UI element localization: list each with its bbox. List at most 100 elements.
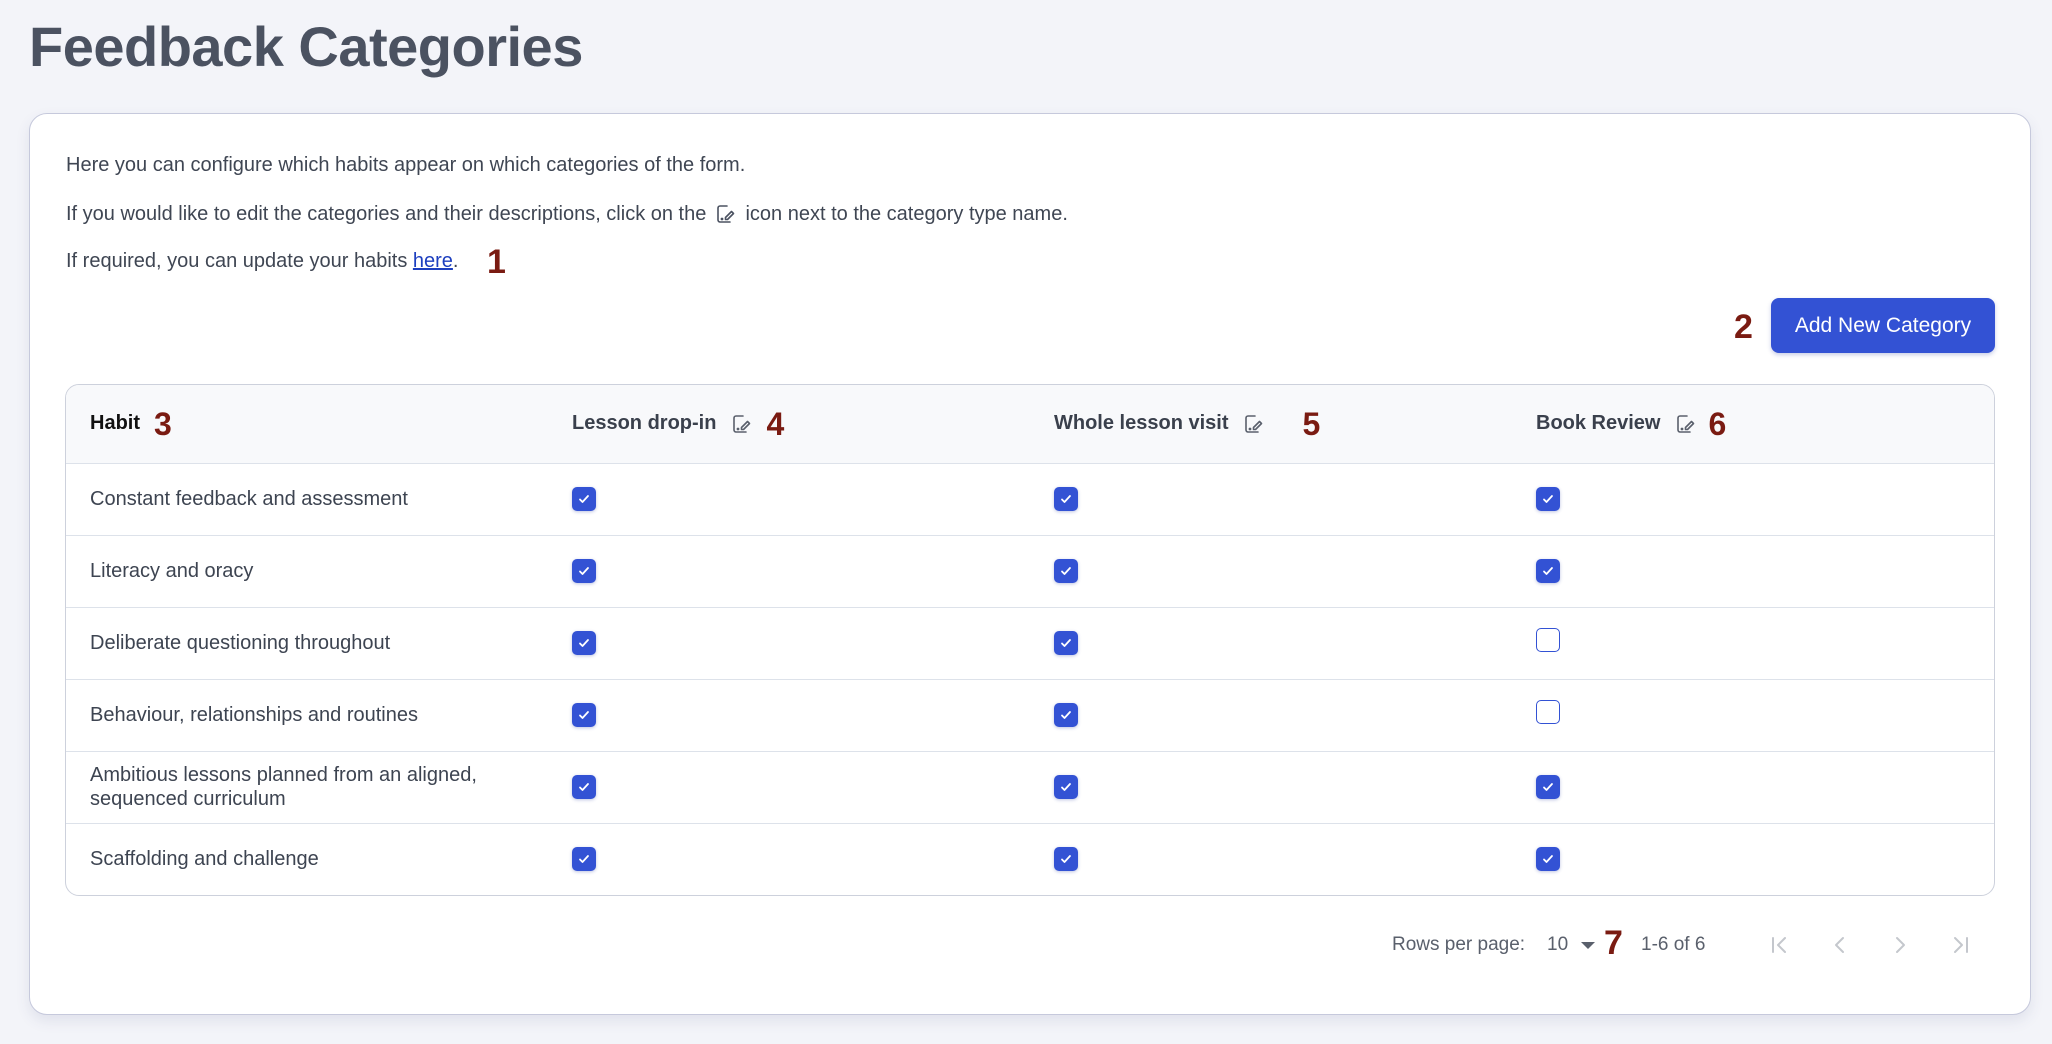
intro-edit-text-after: icon next to the category type name. (745, 203, 1068, 225)
checkbox-lesson-drop-in[interactable] (572, 630, 596, 655)
check-icon (579, 782, 589, 791)
cell-book-review (1512, 678, 1994, 751)
annotation-marker-5: 5 (1302, 405, 1321, 442)
cell-whole-lesson-visit (1030, 463, 1512, 535)
edit-icon[interactable] (1674, 412, 1698, 436)
check-icon (579, 566, 589, 575)
checkbox-whole-lesson-visit[interactable] (1054, 630, 1078, 655)
column-header-lesson-drop-in: Lesson drop-in 4 (548, 385, 1030, 464)
check-icon (1543, 494, 1553, 503)
check-icon (579, 638, 589, 647)
cell-whole-lesson-visit (1030, 678, 1512, 751)
checkbox-whole-lesson-visit[interactable] (1054, 702, 1078, 727)
checkbox-book-review[interactable] (1536, 774, 1560, 799)
pagination-bar: Rows per page: 10 7 1-6 of 6 (30, 924, 2030, 964)
intro-edit-text-before: If you would like to edit the categories… (66, 203, 707, 225)
table-row: Behaviour, relationships and routines (66, 678, 1994, 751)
first-page-button[interactable] (1765, 930, 1795, 960)
column-header-habit-label: Habit (90, 412, 140, 435)
cell-book-review (1512, 750, 1994, 823)
cell-book-review (1512, 822, 1994, 895)
cell-lesson-drop-in (548, 463, 1030, 535)
cell-lesson-drop-in (548, 822, 1030, 895)
annotation-marker-2: 2 (1734, 308, 1753, 346)
chevron-right-icon (1896, 937, 1905, 953)
cell-book-review (1512, 606, 1994, 679)
check-icon (579, 494, 589, 503)
check-icon (1061, 566, 1071, 575)
habit-name-cell: Constant feedback and assessment (90, 488, 408, 510)
page-title: Feedback Categories (29, 15, 583, 78)
column-header-whole-lesson-visit-label: Whole lesson visit (1054, 412, 1229, 435)
cell-lesson-drop-in (548, 750, 1030, 823)
annotation-marker-6: 6 (1708, 405, 1727, 442)
habit-name-cell: Deliberate questioning throughout (66, 606, 548, 679)
column-header-book-review: Book Review 6 (1512, 385, 1994, 464)
column-header-book-review-label: Book Review (1536, 412, 1661, 435)
checkbox-whole-lesson-visit[interactable] (1054, 774, 1078, 799)
feedback-categories-card: Here you can configure which habits appe… (29, 113, 2031, 1015)
pagination-range: 1-6 of 6 (1641, 934, 1706, 955)
check-icon (1061, 782, 1071, 791)
edit-icon[interactable] (730, 412, 754, 436)
annotation-marker-3: 3 (154, 405, 172, 442)
checkbox-book-review[interactable] (1536, 558, 1560, 583)
habit-name-cell: Scaffolding and challenge (66, 822, 548, 895)
cell-whole-lesson-visit (1030, 750, 1512, 823)
checkbox-lesson-drop-in[interactable] (572, 702, 596, 727)
rows-per-page-select[interactable]: 10 (1547, 934, 1568, 956)
intro-habits-period: . (452, 250, 459, 272)
check-icon (1543, 782, 1553, 791)
annotation-marker-1: 1 (487, 243, 506, 281)
checkbox-book-review[interactable] (1536, 846, 1560, 871)
habit-name-cell: Ambitious lessons planned from an aligne… (66, 750, 548, 823)
table-row: Constant feedback and assessment (66, 463, 1994, 535)
intro-habits-text: If required, you can update your habits (66, 250, 408, 272)
previous-page-button[interactable] (1825, 930, 1855, 960)
checkbox-whole-lesson-visit[interactable] (1054, 558, 1078, 583)
annotation-marker-7: 7 (1604, 924, 1623, 962)
add-new-category-button[interactable]: Add New Category (1771, 298, 1995, 353)
habit-name-cell: Behaviour, relationships and routines (66, 678, 548, 751)
habits-table: Habit 3 Lesson drop-in 4 Whole lesson vi… (65, 384, 1995, 896)
table-row: Literacy and oracy (66, 534, 1994, 607)
checkbox-book-review[interactable] (1536, 628, 1560, 652)
checkbox-lesson-drop-in[interactable] (572, 486, 596, 511)
checkbox-book-review[interactable] (1536, 700, 1560, 724)
next-page-button[interactable] (1885, 930, 1915, 960)
table-body: Constant feedback and assessment Literacy… (66, 463, 1994, 895)
chevron-down-icon[interactable] (1581, 942, 1595, 949)
checkbox-lesson-drop-in[interactable] (572, 774, 596, 799)
check-icon (1061, 494, 1071, 503)
cell-whole-lesson-visit (1030, 822, 1512, 895)
chevron-left-icon (1835, 937, 1844, 953)
column-header-whole-lesson-visit: Whole lesson visit 5 (1030, 385, 1512, 464)
edit-icon[interactable] (1242, 412, 1266, 436)
habit-name-cell: Literacy and oracy (66, 534, 548, 607)
checkbox-book-review[interactable] (1536, 486, 1560, 511)
last-page-icon (1954, 937, 1968, 953)
first-page-icon (1772, 937, 1786, 953)
update-habits-link[interactable]: here (413, 250, 453, 272)
intro-line-habits: If required, you can update your habits … (66, 250, 458, 273)
rows-per-page-label: Rows per page: (1392, 934, 1526, 955)
check-icon (579, 854, 589, 863)
checkbox-whole-lesson-visit[interactable] (1054, 486, 1078, 511)
check-icon (579, 710, 589, 719)
cell-lesson-drop-in (548, 678, 1030, 751)
cell-whole-lesson-visit (1030, 606, 1512, 679)
table-row: Deliberate questioning throughout (66, 606, 1994, 679)
annotation-marker-4: 4 (766, 405, 785, 442)
table-row: Ambitious lessons planned from an aligne… (66, 750, 1994, 823)
column-header-lesson-drop-in-label: Lesson drop-in (572, 412, 717, 435)
cell-whole-lesson-visit (1030, 534, 1512, 607)
check-icon (1061, 854, 1071, 863)
intro-line-edit: If you would like to edit the categories… (66, 202, 1068, 226)
table-row: Scaffolding and challenge (66, 822, 1994, 895)
column-header-habit: Habit 3 (66, 385, 548, 464)
last-page-button[interactable] (1945, 930, 1975, 960)
checkbox-lesson-drop-in[interactable] (572, 558, 596, 583)
checkbox-lesson-drop-in[interactable] (572, 846, 596, 871)
checkbox-whole-lesson-visit[interactable] (1054, 846, 1078, 871)
check-icon (1543, 854, 1553, 863)
